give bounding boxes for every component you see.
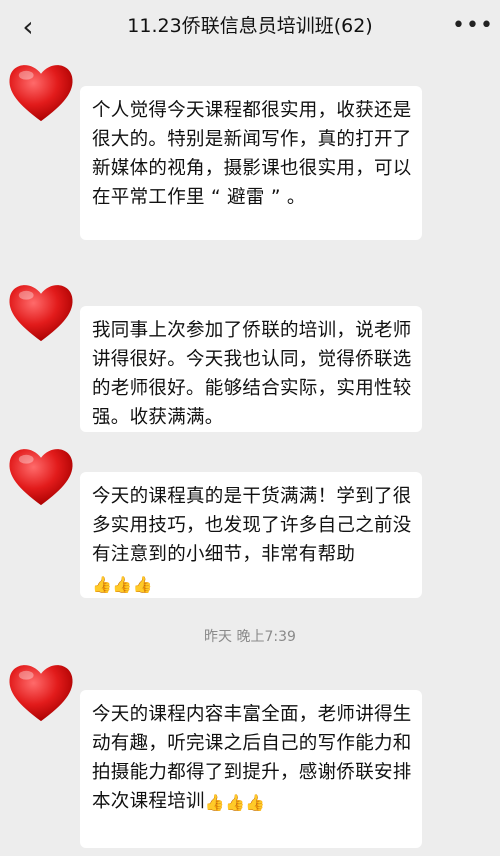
more-dots-icon[interactable]: ••• — [452, 12, 493, 40]
message-text: 个人觉得今天课程都很实用，收获还是很大的。特别是新闻写作，真的打开了新媒体的视角… — [92, 100, 412, 208]
avatar[interactable] — [4, 440, 78, 514]
message-text: 今天的课程真的是干货满满！学到了很多实用技巧，也发现了许多自己之前没有注意到的小… — [92, 486, 412, 565]
heart-icon — [9, 65, 73, 122]
thumbs-up-icon: 👍👍👍 — [204, 793, 266, 812]
message-bubble[interactable]: 今天的课程真的是干货满满！学到了很多实用技巧，也发现了许多自己之前没有注意到的小… — [80, 472, 422, 598]
chat-header: ‹ 11.23侨联信息员培训班(62) ••• — [0, 0, 500, 56]
message-bubble[interactable]: 今天的课程内容丰富全面，老师讲得生动有趣，听完课之后自己的写作能力和拍摄能力都得… — [80, 690, 422, 848]
message-text: 我同事上次参加了侨联的培训，说老师讲得很好。今天我也认同，觉得侨联选的老师很好。… — [92, 320, 412, 428]
message-bubble[interactable]: 我同事上次参加了侨联的培训，说老师讲得很好。今天我也认同，觉得侨联选的老师很好。… — [80, 306, 422, 432]
chat-title: 11.23侨联信息员培训班(62) — [127, 15, 373, 37]
avatar[interactable] — [4, 56, 78, 130]
heart-icon — [9, 285, 73, 342]
message-timestamp: 昨天 晚上7:39 — [204, 629, 296, 645]
avatar[interactable] — [4, 656, 78, 730]
thumbs-up-icon: 👍👍👍 — [92, 575, 153, 594]
avatar[interactable] — [4, 276, 78, 350]
message-bubble[interactable]: 个人觉得今天课程都很实用，收获还是很大的。特别是新闻写作，真的打开了新媒体的视角… — [80, 86, 422, 240]
heart-icon — [9, 449, 73, 506]
heart-icon — [9, 665, 73, 722]
